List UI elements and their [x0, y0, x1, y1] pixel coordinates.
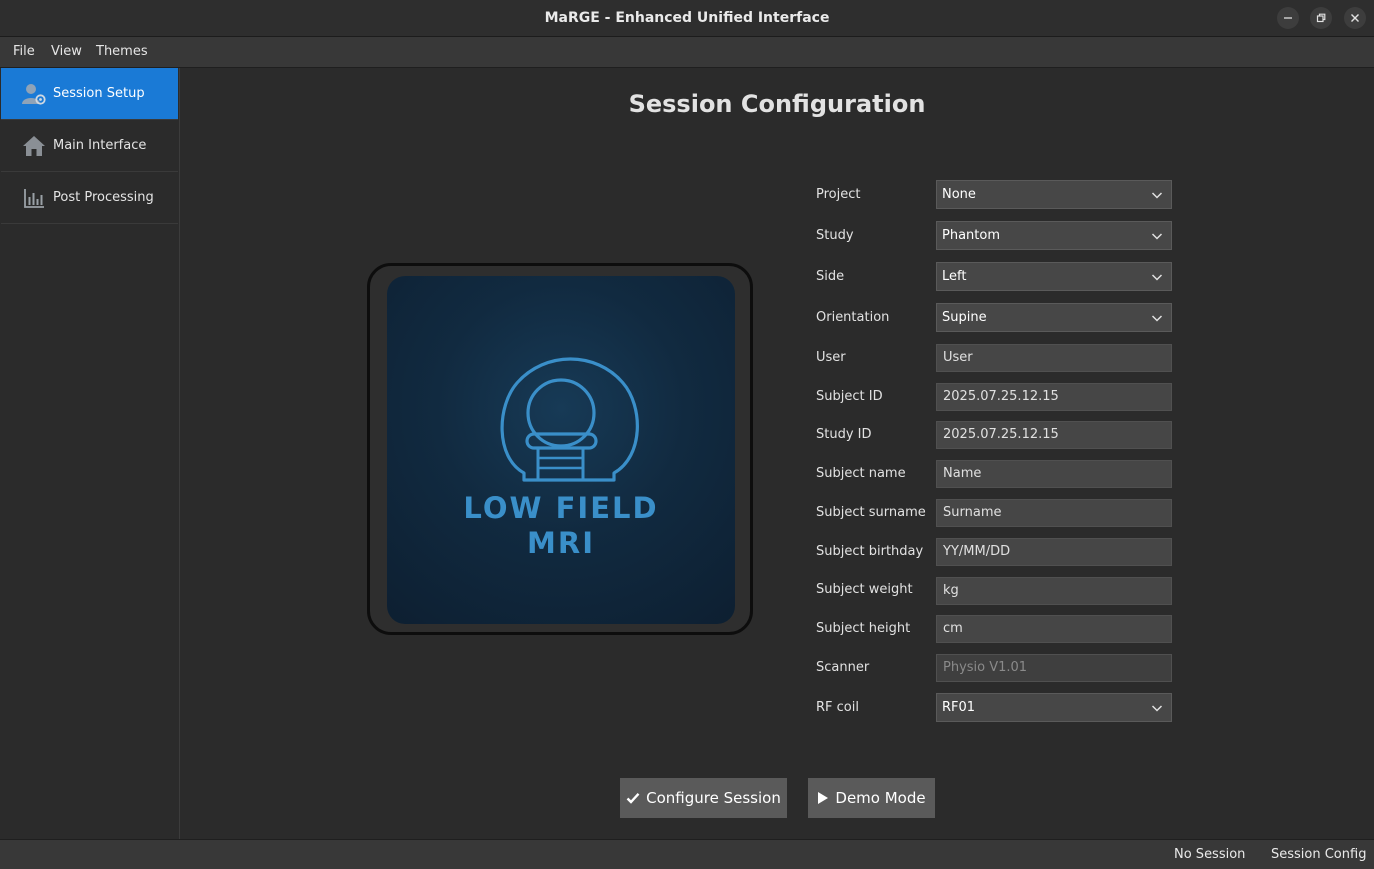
subject-weight-label: Subject weight	[816, 582, 913, 597]
mode-status: Session Config	[1271, 847, 1367, 862]
mri-scanner-icon	[500, 357, 639, 482]
sidebar-item-main-interface[interactable]: Main Interface	[1, 120, 178, 172]
chevron-down-icon	[1151, 315, 1163, 322]
orientation-value: Supine	[942, 310, 987, 325]
user-field[interactable]: User	[936, 344, 1172, 372]
project-select[interactable]: None	[936, 180, 1172, 209]
side-value: Left	[942, 269, 967, 284]
scanner-field: Physio V1.01	[936, 654, 1172, 682]
demo-mode-label: Demo Mode	[835, 789, 926, 807]
page-title: Session Configuration	[628, 90, 926, 118]
user-label: User	[816, 350, 846, 365]
orientation-label: Orientation	[816, 310, 890, 325]
close-button[interactable]	[1344, 7, 1366, 29]
user-settings-icon	[21, 81, 47, 107]
subject-weight-field[interactable]: kg	[936, 577, 1172, 605]
status-bar: No Session Session Config	[0, 839, 1374, 869]
restore-icon	[1316, 13, 1326, 23]
title-bar: MaRGE - Enhanced Unified Interface	[0, 0, 1374, 37]
menu-view[interactable]: View	[51, 37, 82, 67]
configure-session-label: Configure Session	[646, 789, 781, 807]
demo-mode-button[interactable]: Demo Mode	[808, 778, 935, 818]
session-status: No Session	[1174, 847, 1246, 862]
minimize-icon	[1284, 17, 1292, 19]
sidebar-item-label: Session Setup	[53, 86, 145, 101]
study-label: Study	[816, 228, 854, 243]
sidebar-item-post-processing[interactable]: Post Processing	[1, 172, 178, 224]
logo-text-line2: MRI	[527, 526, 595, 560]
play-icon	[818, 792, 829, 804]
chevron-down-icon	[1151, 705, 1163, 712]
project-value: None	[942, 187, 976, 202]
sidebar: Session Setup Main Interface Post Proces…	[0, 68, 180, 839]
minimize-button[interactable]	[1277, 7, 1299, 29]
menu-bar: File View Themes	[0, 37, 1374, 68]
check-icon	[626, 792, 640, 804]
logo-text-line1: LOW FIELD	[463, 491, 659, 525]
study-value: Phantom	[942, 228, 1000, 243]
study-id-label: Study ID	[816, 427, 872, 442]
side-label: Side	[816, 269, 845, 284]
subject-birthday-label: Subject birthday	[816, 544, 924, 559]
menu-themes[interactable]: Themes	[96, 37, 148, 67]
restore-button[interactable]	[1310, 7, 1332, 29]
study-select[interactable]: Phantom	[936, 221, 1172, 250]
subject-surname-field[interactable]: Surname	[936, 499, 1172, 527]
rf-coil-value: RF01	[942, 700, 976, 715]
subject-surname-label: Subject surname	[816, 505, 926, 520]
subject-id-field[interactable]: 2025.07.25.12.15	[936, 383, 1172, 411]
sidebar-item-label: Main Interface	[53, 138, 147, 153]
low-field-mri-logo: LOW FIELD MRI	[387, 276, 735, 624]
sidebar-item-label: Post Processing	[53, 190, 154, 205]
subject-name-field[interactable]: Name	[936, 460, 1172, 488]
rf-coil-select[interactable]: RF01	[936, 693, 1172, 722]
subject-id-label: Subject ID	[816, 389, 883, 404]
menu-file[interactable]: File	[13, 37, 35, 67]
scanner-label: Scanner	[816, 660, 870, 675]
subject-name-label: Subject name	[816, 466, 906, 481]
study-id-field[interactable]: 2025.07.25.12.15	[936, 421, 1172, 449]
project-label: Project	[816, 187, 861, 202]
subject-height-label: Subject height	[816, 621, 911, 636]
chevron-down-icon	[1151, 233, 1163, 240]
logo-panel: LOW FIELD MRI	[367, 263, 753, 635]
bar-chart-icon	[21, 185, 47, 211]
chevron-down-icon	[1151, 274, 1163, 281]
home-icon	[21, 133, 47, 159]
sidebar-item-session-setup[interactable]: Session Setup	[1, 68, 178, 120]
chevron-down-icon	[1151, 192, 1163, 199]
subject-birthday-field[interactable]: YY/MM/DD	[936, 538, 1172, 566]
rf-coil-label: RF coil	[816, 700, 859, 715]
close-icon	[1351, 14, 1359, 22]
side-select[interactable]: Left	[936, 262, 1172, 291]
orientation-select[interactable]: Supine	[936, 303, 1172, 332]
subject-height-field[interactable]: cm	[936, 615, 1172, 643]
configure-session-button[interactable]: Configure Session	[620, 778, 787, 818]
window-title: MaRGE - Enhanced Unified Interface	[544, 10, 830, 26]
